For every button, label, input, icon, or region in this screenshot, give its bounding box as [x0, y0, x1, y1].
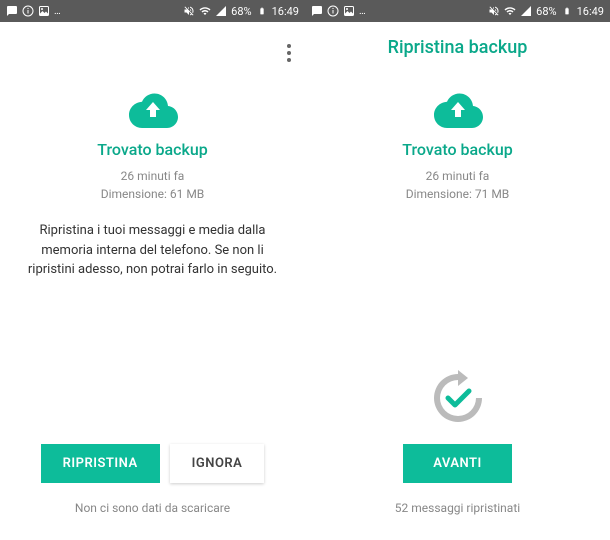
bottom-actions: RIPRISTINA IGNORA Non ci sono dati da sc…: [0, 444, 305, 540]
restore-description: Ripristina i tuoi messaggi e media dalla…: [15, 221, 290, 280]
content-area: Trovato backup 26 minuti fa Dimensione: …: [0, 72, 305, 444]
backup-size: Dimensione: 61 MB: [101, 185, 205, 203]
backup-size: Dimensione: 71 MB: [406, 185, 510, 203]
info-icon: [22, 5, 34, 17]
status-bar: … 68% 16:49: [305, 0, 610, 22]
cloud-upload-icon: [433, 92, 483, 128]
clock-time: 16:49: [577, 5, 604, 18]
page-title: Ripristina backup: [388, 37, 528, 58]
backup-metadata: 26 minuti fa Dimensione: 71 MB: [406, 167, 510, 203]
image-icon: [38, 5, 50, 17]
info-icon: [327, 5, 339, 17]
image-icon: [343, 5, 355, 17]
backup-found-title: Trovato backup: [402, 140, 512, 159]
status-right-icons: 68% 16:49: [488, 5, 604, 18]
success-checkmark-icon: [428, 368, 488, 428]
footer-status: 52 messaggi ripristinati: [395, 501, 520, 515]
clock-time: 16:49: [272, 5, 299, 18]
status-left-icons: …: [311, 5, 366, 17]
backup-metadata: 26 minuti fa Dimensione: 61 MB: [101, 167, 205, 203]
wifi-icon: [504, 5, 516, 17]
screen-restore-prompt: … 68% 16:49: [0, 0, 305, 540]
backup-time: 26 minuti fa: [406, 167, 510, 185]
status-bar: … 68% 16:49: [0, 0, 305, 22]
battery-percent: 68%: [536, 5, 556, 18]
header: [0, 22, 305, 72]
wifi-icon: [199, 5, 211, 17]
backup-found-title: Trovato backup: [97, 140, 207, 159]
more-icon: …: [359, 6, 366, 17]
next-button[interactable]: AVANTI: [403, 444, 512, 483]
cloud-upload-icon: [128, 92, 178, 128]
vibrate-icon: [488, 5, 500, 17]
restore-button[interactable]: RIPRISTINA: [41, 444, 160, 483]
header: Ripristina backup: [305, 22, 610, 72]
screen-restore-complete: … 68% 16:49 Ripristina backup: [305, 0, 610, 540]
overflow-menu-icon[interactable]: [283, 40, 295, 66]
status-right-icons: 68% 16:49: [183, 5, 299, 18]
vibrate-icon: [183, 5, 195, 17]
backup-time: 26 minuti fa: [101, 167, 205, 185]
battery-icon: [256, 5, 268, 17]
battery-icon: [561, 5, 573, 17]
signal-icon: [520, 5, 532, 17]
chat-icon: [311, 5, 323, 17]
status-left-icons: …: [6, 5, 61, 17]
signal-icon: [215, 5, 227, 17]
more-icon: …: [54, 6, 61, 17]
content-area: Trovato backup 26 minuti fa Dimensione: …: [305, 72, 610, 368]
ignore-button[interactable]: IGNORA: [170, 444, 265, 483]
footer-status: Non ci sono dati da scaricare: [75, 501, 230, 515]
button-row: RIPRISTINA IGNORA: [41, 444, 265, 483]
battery-percent: 68%: [231, 5, 251, 18]
chat-icon: [6, 5, 18, 17]
bottom-actions: AVANTI 52 messaggi ripristinati: [305, 368, 610, 540]
